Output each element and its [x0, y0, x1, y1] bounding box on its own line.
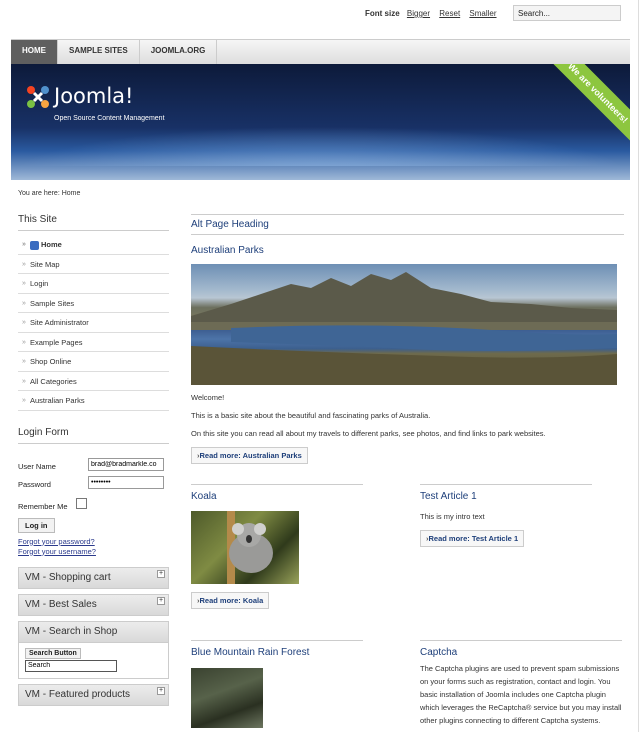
plus-icon[interactable]: + [157, 569, 165, 578]
bigger-link[interactable]: Bigger [407, 9, 430, 18]
captcha-article: Captcha The Captcha plugins are used to … [420, 640, 622, 727]
login-button[interactable]: Log in [18, 517, 55, 533]
test-article-title[interactable]: Test Article 1 [420, 484, 592, 504]
sidebar-item-all-categories[interactable]: All Categories [18, 372, 169, 391]
vm-search-in-shop[interactable]: VM - Search in Shop [18, 620, 169, 643]
read-more-koala-button[interactable]: Read more: Koala [191, 592, 270, 609]
login-form: Login Form User Name Password Remember M… [18, 427, 169, 557]
koala-article: Koala Read more: Koala [191, 484, 363, 609]
sidebar-item-australian-parks[interactable]: Australian Parks [18, 391, 169, 411]
login-form-title: Login Form [18, 427, 169, 444]
sidebar-item-home[interactable]: Home [18, 235, 169, 255]
sidebar-item-site-administrator[interactable]: Site Administrator [18, 313, 169, 333]
font-size-controls: Font size Bigger Reset Smaller [365, 9, 504, 18]
username-field[interactable] [88, 457, 164, 471]
captcha-text: The Captcha plugins are used to prevent … [420, 664, 622, 725]
username-label: User Name [18, 461, 56, 471]
intro-text: This is a basic site about the beautiful… [191, 411, 431, 420]
welcome-text: Welcome! [191, 393, 225, 402]
vm-featured-products[interactable]: VM - Featured products + [18, 683, 169, 706]
vm-search-button[interactable]: Search Button [25, 647, 81, 659]
remember-label: Remember Me [18, 501, 68, 511]
koala-image [191, 511, 299, 584]
read-more-parks-button[interactable]: Read more: Australian Parks [191, 447, 308, 464]
plus-icon[interactable]: + [157, 686, 165, 695]
lake-image [191, 264, 617, 385]
sidebar-item-label: Home [41, 240, 62, 249]
koala-title[interactable]: Koala [191, 484, 363, 504]
vm-best-sales[interactable]: VM - Best Sales + [18, 593, 169, 616]
remember-checkbox[interactable] [76, 497, 87, 509]
vm-search-title: VM - Search in Shop [25, 625, 118, 637]
smaller-link[interactable]: Smaller [469, 9, 496, 18]
forest-title[interactable]: Blue Mountain Rain Forest [191, 640, 363, 660]
vm-search-input[interactable] [25, 659, 117, 672]
forest-article: Blue Mountain Rain Forest [191, 640, 363, 728]
vm-featured-title: VM - Featured products [25, 688, 131, 700]
sidebar-item-site-map[interactable]: Site Map [18, 255, 169, 274]
top-search-input[interactable] [513, 5, 621, 21]
main-nav: HOME SAMPLE SITES JOOMLA.ORG [11, 39, 630, 64]
logo-text: Joomla! [54, 84, 134, 108]
alt-page-heading: Alt Page Heading [191, 214, 624, 235]
forest-image [191, 668, 263, 728]
mountain-scene [191, 272, 617, 385]
this-site-title: This Site [18, 214, 169, 231]
tagline: Open Source Content Management [54, 115, 165, 122]
sidebar-item-sample-sites[interactable]: Sample Sites [18, 294, 169, 313]
home-icon [30, 240, 39, 250]
top-bar: Font size Bigger Reset Smaller [0, 4, 639, 24]
read-more-test-button[interactable]: Read more: Test Article 1 [420, 530, 525, 547]
font-size-label: Font size [365, 9, 400, 18]
plus-icon[interactable]: + [157, 596, 165, 605]
joomla-logo-icon [27, 86, 49, 108]
sidebar: This Site Home Site Map Login Sample Sit… [18, 214, 169, 706]
sidebar-item-login[interactable]: Login [18, 274, 169, 294]
sidebar-item-example-pages[interactable]: Example Pages [18, 333, 169, 352]
vm-shopping-cart-title: VM - Shopping cart [25, 571, 111, 583]
nav-joomla-org[interactable]: JOOMLA.ORG [140, 40, 218, 64]
nav-sample-sites[interactable]: SAMPLE SITES [58, 40, 140, 64]
sidebar-item-shop-online[interactable]: Shop Online [18, 352, 169, 372]
password-field[interactable] [88, 475, 164, 489]
reset-link[interactable]: Reset [439, 9, 460, 18]
breadcrumb: You are here: Home [18, 190, 81, 197]
vm-shopping-cart[interactable]: VM - Shopping cart + [18, 566, 169, 589]
nav-home[interactable]: HOME [11, 40, 58, 64]
test-article: Test Article 1 This is my intro text Rea… [420, 484, 592, 547]
article-title[interactable]: Australian Parks [191, 245, 624, 256]
main-content: Alt Page Heading Australian Parks Welcom… [191, 214, 624, 728]
vm-search-body: Search Button [18, 642, 169, 679]
forgot-username-link[interactable]: Forgot your username? [18, 547, 169, 557]
forgot-password-link[interactable]: Forgot your password? [18, 537, 169, 547]
travel-text: On this site you can read all about my t… [191, 429, 546, 438]
password-label: Password [18, 479, 51, 489]
joomla-logo[interactable]: Joomla! [25, 84, 133, 110]
captcha-title[interactable]: Captcha [420, 640, 622, 660]
site-header: Joomla! Open Source Content Management W… [11, 64, 630, 180]
vm-best-sales-title: VM - Best Sales [25, 598, 97, 610]
header-wave [11, 126, 630, 166]
test-article-text: This is my intro text [420, 512, 485, 521]
